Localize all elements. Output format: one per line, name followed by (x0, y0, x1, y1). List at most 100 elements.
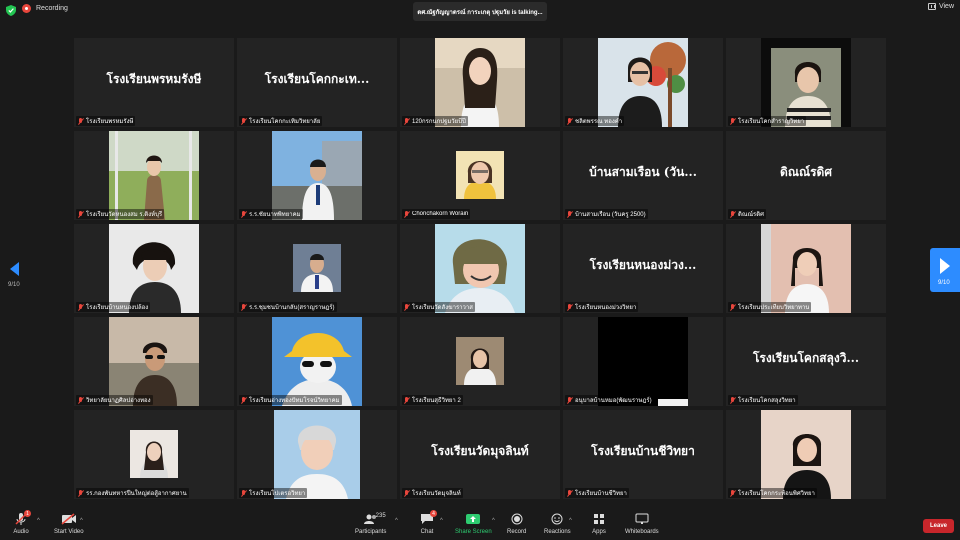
audio-options-caret[interactable]: ^ (37, 518, 40, 524)
muted-mic-icon (241, 303, 247, 311)
participant-name-tag: โรงเรียนโปเตรอวิทยา (239, 488, 308, 498)
participant-tile[interactable]: โรงเรียนหนองม่วง... โรงเรียนหนองม่วงวิทย… (563, 224, 723, 313)
participant-tile[interactable]: โรงเรียนอ่างทองปัทมโรจน์วิทยาคม (237, 317, 397, 406)
participant-tile[interactable]: ชลิตพรรณ ทองคำ (563, 38, 723, 127)
participant-name-tag: Chonchakorn Worain (402, 209, 471, 219)
share-screen-icon (464, 511, 482, 527)
participant-video (274, 410, 360, 499)
record-button[interactable]: Record (507, 511, 526, 535)
participant-tile[interactable]: โรงเรียนโคกกะเท... โรงเรียนโคกกะเทิมวิทย… (237, 38, 397, 127)
apps-icon (590, 511, 608, 527)
muted-mic-icon (404, 210, 410, 218)
participant-video (435, 38, 525, 127)
previous-page-button[interactable]: 9/10 (4, 258, 26, 294)
participant-tile[interactable]: ดิณณ์รดิศ ดิณณ์รดิศ (726, 131, 886, 220)
grid-view-icon (927, 3, 936, 10)
participant-name-tag: โรงเรียนโคกสำราญวิทยา (728, 116, 807, 126)
recording-label: Recording (36, 5, 68, 12)
view-label: View (938, 3, 954, 10)
recording-indicator[interactable]: Recording (22, 4, 68, 13)
muted-mic-icon (241, 489, 247, 497)
participant-tile[interactable]: โรงเรียนโคกสำราญวิทยา (726, 38, 886, 127)
participant-tile[interactable]: โรงเรียนพรหมรังษี โรงเรียนพรหมรังษี (74, 38, 234, 127)
meeting-toolbar: 1 Audio ^ Start Video ^ 235 Participants… (0, 508, 960, 540)
muted-mic-icon (78, 117, 84, 125)
participant-name-tag: โรงเรียนประเทียบวิทยาทาน (728, 302, 812, 312)
participant-video (293, 244, 341, 292)
participant-tile[interactable]: Chonchakorn Worain (400, 131, 560, 220)
chevron-right-icon (940, 258, 950, 274)
participant-display-name: บ้านสามเรือน (วัน... (589, 165, 697, 179)
muted-mic-icon (78, 210, 84, 218)
chat-options-caret[interactable]: ^ (440, 518, 443, 524)
muted-mic-icon (241, 210, 247, 218)
audio-button[interactable]: 1 Audio (12, 510, 31, 535)
participant-tile[interactable]: โรงเรียนสุธีวิทยา 2 (400, 317, 560, 406)
participants-options-caret[interactable]: ^ (395, 518, 398, 524)
chat-badge: 4 (430, 510, 437, 517)
participants-button[interactable]: 235 Participants (355, 511, 386, 535)
participant-tile[interactable]: 120กรกนกปฐมวัยบีปี (400, 38, 560, 127)
muted-mic-icon (567, 489, 573, 497)
participant-name-tag: วิทยาลัยนาฏศิลปอ่างทอง (76, 395, 153, 405)
participant-name-tag: โรงเรียนอ่างทองปัทมโรจน์วิทยาคม (239, 395, 342, 405)
participant-display-name: โรงเรียนโคกสลุงวิ... (752, 351, 860, 365)
share-options-caret[interactable]: ^ (492, 518, 495, 524)
participant-tile[interactable]: รร.กองพันทหารปืนใหญ่ต่อสู้อากาศยาน (74, 410, 234, 499)
participant-video (109, 224, 199, 313)
participant-display-name: โรงเรียนวัดมุจลินท์ (431, 444, 529, 458)
record-icon (508, 511, 526, 527)
audio-badge: 1 (24, 510, 31, 517)
reaction-smiley-icon (548, 511, 566, 527)
muted-mic-icon (404, 396, 410, 404)
record-icon (22, 4, 31, 13)
shield-icon[interactable] (6, 5, 16, 16)
participant-tile[interactable]: วิทยาลัยนาฏศิลปอ่างทอง (74, 317, 234, 406)
participant-tile[interactable]: โรงเรียนโปเตรอวิทยา (237, 410, 397, 499)
muted-mic-icon (78, 303, 84, 311)
participant-tile[interactable]: โรงเรียนประเทียบวิทยาทาน (726, 224, 886, 313)
participant-tile[interactable]: โรงเรียนบ้านชีวิทยา โรงเรียนบ้านชีวิทยา (563, 410, 723, 499)
muted-mic-icon (567, 117, 573, 125)
gallery-grid: โรงเรียนพรหมรังษี โรงเรียนพรหมรังษี โรงเ… (74, 38, 886, 502)
video-options-caret[interactable]: ^ (80, 518, 83, 524)
participant-video (598, 317, 688, 406)
participant-tile[interactable]: โรงเรียนวัดหนองสม ร.ติงห์บุรี (74, 131, 234, 220)
muted-mic-icon (404, 489, 410, 497)
participant-name-tag: โรงเรียนวัดสังฆาราวาส (402, 302, 475, 312)
participant-tile[interactable]: โรงเรียนโคกกระท้อนพิศวิทยา (726, 410, 886, 499)
muted-mic-icon (78, 396, 84, 404)
reactions-button[interactable]: Reactions (544, 511, 571, 535)
top-bar: Recording ดศ.ณัฐกัญญาดรณ์ การะเกตุ ปฐุมว… (0, 0, 960, 22)
next-page-button[interactable]: 9/10 (930, 248, 960, 292)
participant-tile[interactable]: โรงเรียนโคกสลุงวิ... โรงเรียนโคกสลุงวิทย… (726, 317, 886, 406)
whiteboards-button[interactable]: Whiteboards (625, 511, 659, 535)
apps-button[interactable]: Apps (590, 511, 608, 535)
reactions-options-caret[interactable]: ^ (569, 518, 572, 524)
participant-tile[interactable]: โรงเรียนวัดมุจลินท์ โรงเรียนวัดมุจลินท์ (400, 410, 560, 499)
participant-tile[interactable]: ร.ร.ชัยนาทพิทยาคม (237, 131, 397, 220)
participant-name-tag: ดิณณ์รดิศ (728, 209, 766, 219)
participant-video (761, 410, 851, 499)
chat-button[interactable]: 4 Chat (418, 510, 437, 535)
leave-button[interactable]: Leave (923, 519, 954, 533)
participant-tile[interactable]: ร.ร.ชุมชนบ้านกลับ(สราญราษฎร์) (237, 224, 397, 313)
participant-video (272, 317, 362, 406)
participant-video (456, 151, 504, 199)
muted-mic-icon (730, 489, 736, 497)
view-button[interactable]: View (927, 3, 954, 10)
participants-count: 235 (375, 513, 386, 519)
muted-mic-icon (567, 396, 573, 404)
share-screen-button[interactable]: Share Screen (455, 511, 492, 535)
participant-tile[interactable]: บ้านสามเรือน (วัน... บ้านสามเรือน (วันคร… (563, 131, 723, 220)
participant-tile[interactable]: โรงเรียนวัดสังฆาราวาส (400, 224, 560, 313)
participant-tile[interactable]: อนุบาลบ้านหมอ(พัฒนราษฎร์) (563, 317, 723, 406)
muted-mic-icon (730, 117, 736, 125)
participant-name-tag: โรงเรียนวัดหนองสม ร.ติงห์บุรี (76, 209, 165, 219)
chat-bubble-icon: 4 (418, 510, 437, 527)
muted-mic-icon (404, 117, 410, 125)
participant-tile[interactable]: โรงเรียนบ้านหนองปล้อง (74, 224, 234, 313)
participant-name-tag: ร.ร.ชุมชนบ้านกลับ(สราญราษฎร์) (239, 302, 337, 312)
participant-video (761, 224, 851, 313)
whiteboard-icon (633, 511, 651, 527)
